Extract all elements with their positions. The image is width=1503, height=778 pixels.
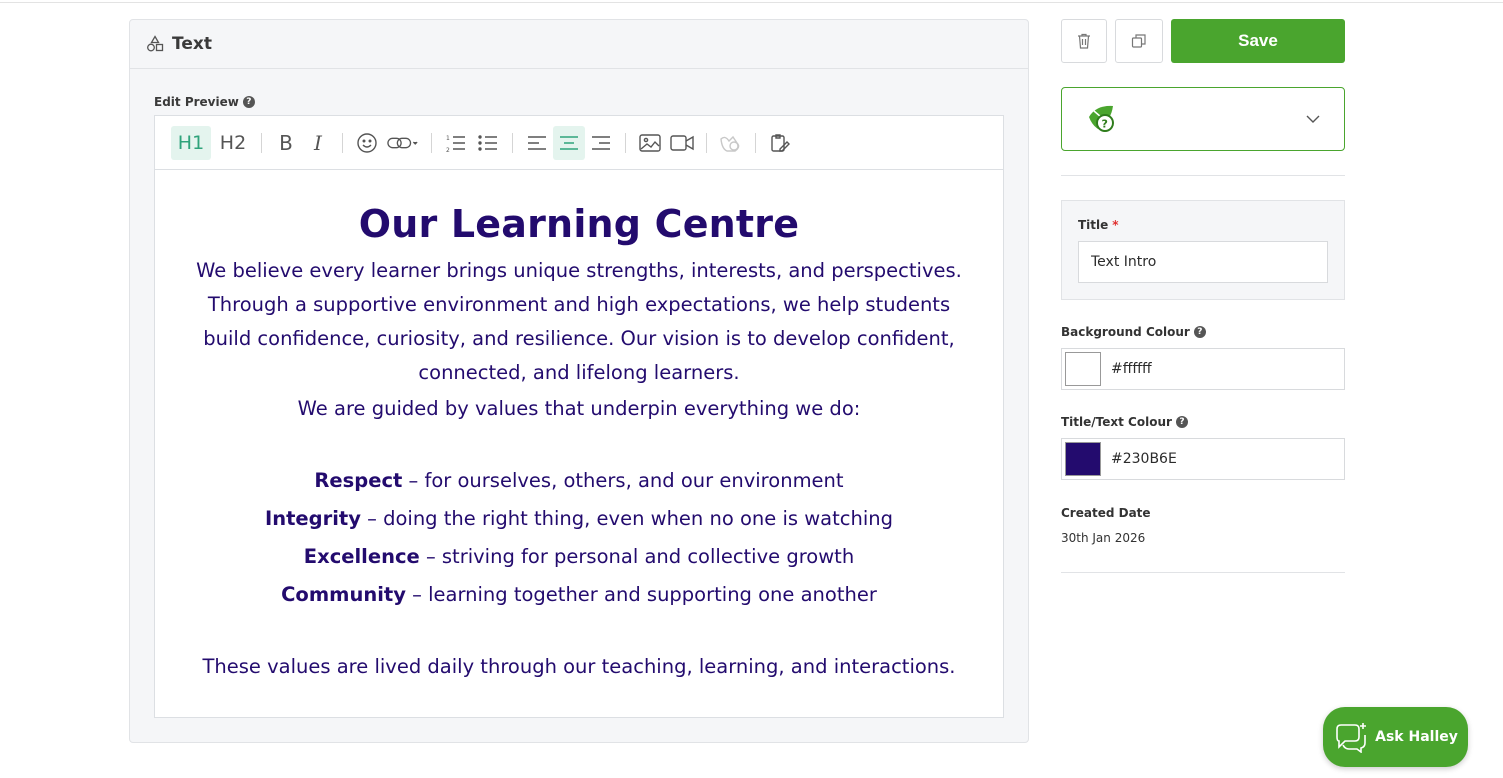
- background-colour-field[interactable]: #ffffff: [1061, 348, 1345, 390]
- image-icon: [639, 133, 661, 152]
- align-right-icon: [592, 135, 610, 150]
- top-border: [0, 2, 1503, 3]
- section-divider: [1061, 175, 1345, 176]
- numbered-list-icon: 12: [446, 135, 465, 153]
- background-colour-swatch[interactable]: [1065, 352, 1101, 386]
- bold-button[interactable]: B: [270, 126, 302, 160]
- editor-content[interactable]: Our Learning Centre We believe every lea…: [155, 170, 1003, 686]
- title-input[interactable]: [1078, 241, 1328, 283]
- smiley-icon: [357, 132, 377, 153]
- title-section: Title *: [1061, 200, 1345, 300]
- required-marker: *: [1112, 218, 1119, 232]
- copy-icon: [1131, 34, 1146, 48]
- chat-sparkle-icon: [1336, 723, 1367, 753]
- content-heading: Our Learning Centre: [358, 202, 800, 246]
- align-left-icon: [528, 135, 546, 150]
- ask-halley-label[interactable]: Ask Halley: [1375, 729, 1458, 745]
- value-desc: – for ourselves, others, and our environ…: [402, 469, 844, 492]
- background-colour-label: Background Colour ?: [1061, 325, 1206, 339]
- toolbar-separator: [342, 132, 343, 153]
- bullet-list-icon: [478, 134, 497, 151]
- text-block-card: Text Edit Preview ? H1 H2 B I 12 Our Lea…: [129, 19, 1029, 743]
- italic-button[interactable]: I: [302, 126, 334, 160]
- chevron-down-icon: [1306, 115, 1320, 123]
- edit-preview-text: Edit Preview: [154, 95, 239, 109]
- text-colour-label: Title/Text Colour ?: [1061, 415, 1188, 429]
- toolbar-separator: [625, 132, 626, 153]
- save-button[interactable]: Save: [1171, 19, 1345, 63]
- value-respect: Respect – for ourselves, others, and our…: [155, 462, 1003, 500]
- rich-text-editor: H1 H2 B I 12 Our Learning Centre We beli…: [154, 115, 1004, 718]
- svg-text:1: 1: [446, 135, 450, 142]
- closing-line: These values are lived daily through our…: [202, 655, 956, 678]
- trash-icon: [1078, 33, 1090, 49]
- svg-text:?: ?: [1102, 118, 1108, 131]
- value-desc: – striving for personal and collective g…: [419, 545, 855, 568]
- align-left-button[interactable]: [521, 126, 553, 160]
- background-colour-value[interactable]: #ffffff: [1111, 361, 1152, 377]
- created-date-value: 30th Jan 2026: [1061, 531, 1146, 545]
- value-desc: – learning together and supporting one a…: [405, 583, 877, 606]
- text-colour-field[interactable]: #230B6E: [1061, 438, 1345, 480]
- insert-video-button[interactable]: [666, 126, 698, 160]
- insert-image-button[interactable]: [634, 126, 666, 160]
- bg-colour-label-text: Background Colour: [1061, 325, 1190, 339]
- video-icon: [670, 134, 694, 151]
- link-icon: [387, 137, 418, 148]
- shapes-icon: [146, 35, 164, 53]
- help-leaf-icon: ?: [1089, 105, 1114, 132]
- text-colour-value[interactable]: #230B6E: [1111, 451, 1177, 467]
- svg-text:2: 2: [446, 147, 450, 153]
- value-community: Community – learning together and suppor…: [155, 576, 1003, 614]
- ask-halley-button[interactable]: Ask Halley: [1323, 707, 1468, 767]
- title-label-text: Title: [1078, 218, 1109, 232]
- intro-paragraph: We believe every learner brings unique s…: [196, 259, 962, 384]
- title-label: Title *: [1078, 218, 1119, 232]
- help-icon[interactable]: ?: [1193, 326, 1206, 338]
- guided-line: We are guided by values that underpin ev…: [297, 397, 861, 420]
- help-dropdown[interactable]: ?: [1061, 87, 1345, 151]
- align-center-button[interactable]: [553, 125, 585, 160]
- value-integrity: Integrity – doing the right thing, even …: [155, 500, 1003, 538]
- ordered-list-button[interactable]: 12: [440, 126, 472, 160]
- created-date-label: Created Date: [1061, 506, 1151, 520]
- ai-icon: [720, 135, 740, 152]
- toolbar-separator: [755, 132, 756, 153]
- toolbar-separator: [261, 132, 262, 153]
- card-header: Text: [130, 20, 1028, 69]
- duplicate-button[interactable]: [1115, 19, 1163, 63]
- toolbar-separator: [706, 132, 707, 153]
- card-title: Text: [172, 34, 212, 54]
- section-divider: [1061, 572, 1345, 573]
- help-icon[interactable]: ?: [1175, 416, 1188, 428]
- toolbar-separator: [512, 132, 513, 153]
- clear-format-button[interactable]: [764, 126, 796, 160]
- edit-preview-label: Edit Preview ?: [154, 95, 255, 109]
- align-right-button[interactable]: [585, 126, 617, 160]
- value-name: Community: [281, 583, 406, 606]
- ai-assist-button[interactable]: [715, 126, 747, 160]
- value-name: Excellence: [303, 545, 420, 568]
- delete-button[interactable]: [1061, 19, 1107, 63]
- heading1-button[interactable]: H1: [171, 125, 211, 160]
- text-colour-swatch[interactable]: [1065, 442, 1101, 476]
- editor-toolbar: H1 H2 B I 12: [155, 116, 1003, 170]
- value-name: Respect: [314, 469, 403, 492]
- bullet-list-button[interactable]: [472, 126, 504, 160]
- align-center-icon: [560, 135, 578, 150]
- emoji-button[interactable]: [351, 126, 383, 160]
- heading2-button[interactable]: H2: [213, 126, 253, 160]
- clipboard-edit-icon: [771, 133, 790, 152]
- toolbar-separator: [431, 132, 432, 153]
- value-desc: – doing the right thing, even when no on…: [360, 507, 894, 530]
- text-colour-label-text: Title/Text Colour: [1061, 415, 1172, 429]
- value-name: Integrity: [264, 507, 361, 530]
- help-icon[interactable]: ?: [242, 96, 255, 108]
- value-excellence: Excellence – striving for personal and c…: [155, 538, 1003, 576]
- link-button[interactable]: [383, 126, 423, 160]
